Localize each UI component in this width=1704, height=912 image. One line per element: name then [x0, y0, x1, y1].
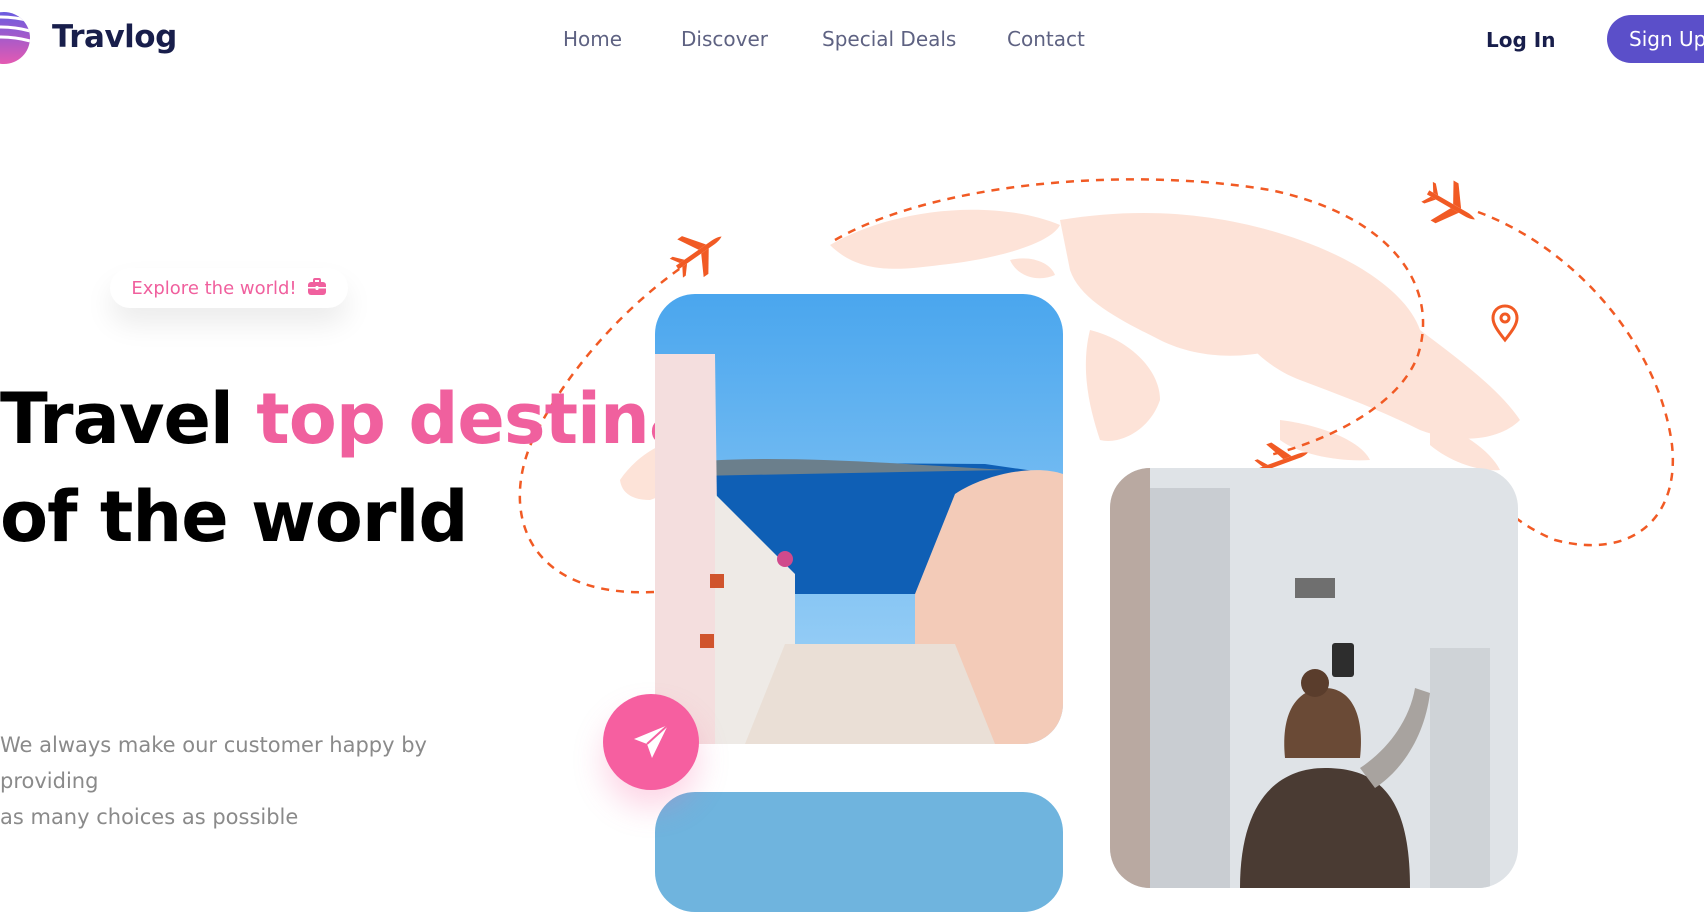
brand-name[interactable]: Travlog: [52, 19, 177, 55]
badge-label: Explore the world!: [131, 277, 297, 299]
airplane-icon: [1421, 180, 1475, 224]
hero-subtitle-line-2: as many choices as possible: [0, 805, 299, 829]
nav-special-deals[interactable]: Special Deals: [822, 27, 956, 51]
hero-title-part-3: of the world: [0, 476, 468, 558]
hero-subtitle: We always make our customer happy by pro…: [0, 727, 440, 835]
paper-plane-icon: [634, 724, 669, 758]
santorini-photo: [655, 294, 1063, 744]
airplane-icon: [1254, 442, 1308, 473]
location-pin-icon: [1491, 304, 1519, 343]
hero-title-part-1: Travel: [0, 378, 257, 460]
nav-contact[interactable]: Contact: [1007, 27, 1085, 51]
airplane-icon: [669, 236, 722, 278]
logo-icon: [0, 12, 30, 64]
traveler-photo: [1110, 468, 1518, 888]
nav-discover[interactable]: Discover: [681, 27, 768, 51]
send-button[interactable]: [603, 694, 699, 790]
hero-subtitle-line-1: We always make our customer happy by pro…: [0, 733, 427, 793]
login-link[interactable]: Log In: [1486, 28, 1555, 52]
sky-photo: [655, 792, 1063, 912]
nav-home[interactable]: Home: [563, 27, 622, 51]
signup-button[interactable]: Sign Up: [1607, 15, 1704, 63]
explore-badge: Explore the world!: [110, 268, 348, 308]
briefcase-icon: [307, 278, 326, 295]
